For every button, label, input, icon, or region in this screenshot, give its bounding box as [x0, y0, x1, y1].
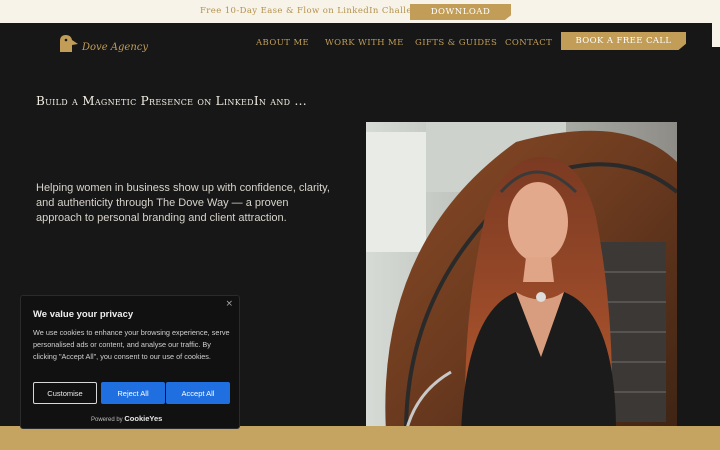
hero-title: Build a Magnetic Presence on LinkedIn an…: [36, 94, 307, 108]
nav-work-with-me[interactable]: Work with me: [325, 38, 404, 48]
customise-button[interactable]: Customise: [33, 382, 97, 404]
promo-bar: Free 10-Day Ease & Flow on LinkedIn Chal…: [0, 0, 720, 23]
close-icon[interactable]: ×: [225, 299, 233, 309]
nav-gifts-guides[interactable]: Gifts & Guides: [415, 38, 497, 48]
logo[interactable]: Dove Agency: [57, 32, 148, 54]
powered-by[interactable]: Powered by CookieYes: [91, 414, 162, 423]
nav-contact[interactable]: Contact: [505, 38, 552, 48]
nav-about[interactable]: About me: [256, 38, 309, 48]
cookie-body: We use cookies to enhance your browsing …: [33, 328, 230, 361]
book-call-button[interactable]: Book a free call: [561, 32, 686, 50]
accept-all-button[interactable]: Accept All: [166, 382, 230, 404]
scrollbar[interactable]: [712, 23, 720, 47]
hero-description: Helping women in business show up with c…: [36, 182, 330, 224]
logo-text: Dove Agency: [82, 42, 149, 53]
site-header: Dove Agency About me Work with me Gifts …: [0, 23, 712, 65]
download-button[interactable]: Download: [410, 4, 511, 20]
footer-band: [0, 426, 720, 450]
promo-text[interactable]: Free 10-Day Ease & Flow on LinkedIn Chal…: [200, 6, 429, 16]
cookieyes-logo: CookieYes: [124, 414, 163, 423]
reject-all-button[interactable]: Reject All: [101, 382, 165, 404]
cookie-consent-banner: × We value your privacy We use cookies t…: [20, 295, 240, 429]
dove-logo-icon: [60, 35, 78, 52]
hero-photo: [366, 122, 677, 432]
cookie-title: We value your privacy: [33, 309, 134, 320]
powered-prefix: Powered by: [91, 417, 123, 423]
